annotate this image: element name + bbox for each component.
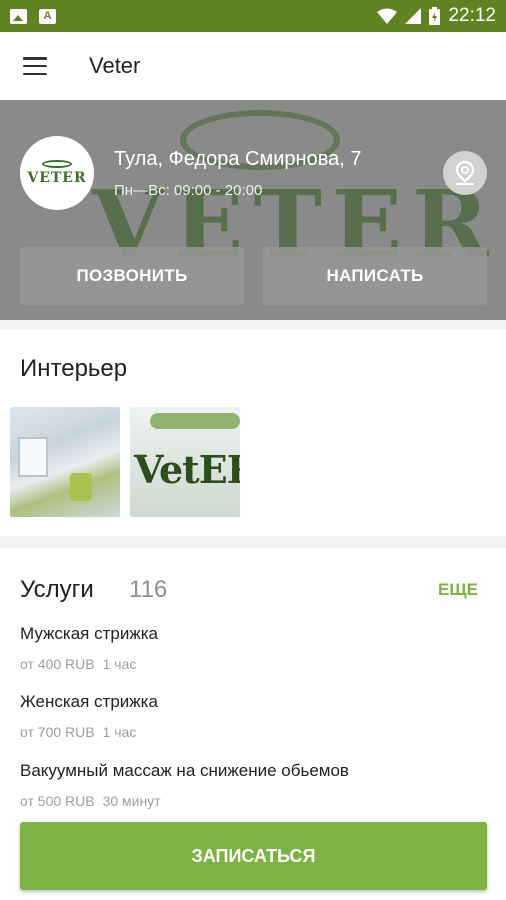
battery-icon bbox=[429, 7, 441, 25]
a-notification-icon: A bbox=[39, 8, 56, 24]
salon-hours: Пн—Вс: 09:00 - 20:00 bbox=[114, 182, 263, 199]
services-title: Услуги bbox=[20, 576, 94, 603]
write-button[interactable]: НАПИСАТЬ bbox=[263, 247, 487, 305]
interior-photo-2[interactable]: VetER bbox=[130, 407, 240, 517]
service-price: от 500 RUB bbox=[20, 793, 95, 809]
app-bar: Veter bbox=[0, 32, 506, 100]
interior-photo-1[interactable] bbox=[10, 407, 120, 517]
services-section: Услуги 116 ЕЩЕ Мужская стрижка от 400 RU… bbox=[0, 548, 506, 900]
service-duration: 30 минут bbox=[102, 793, 161, 809]
wifi-icon bbox=[377, 8, 398, 24]
image-notification-icon bbox=[10, 8, 27, 24]
map-pin-icon bbox=[455, 160, 475, 185]
service-duration: 1 час bbox=[102, 724, 137, 740]
status-bar: A 22:12 bbox=[0, 0, 506, 32]
call-button[interactable]: ПОЗВОНИТЬ bbox=[20, 247, 244, 305]
status-time: 22:12 bbox=[448, 5, 496, 26]
logo-loop-icon bbox=[42, 160, 72, 168]
service-duration: 1 час bbox=[102, 656, 137, 672]
vine-shape bbox=[150, 413, 240, 429]
service-name: Мужская стрижка bbox=[20, 624, 158, 643]
salon-header: VETER VETER Тула, Федора Смирнова, 7 Пн—… bbox=[0, 100, 506, 320]
logo-text: VETER bbox=[27, 170, 87, 186]
salon-address: Тула, Федора Смирнова, 7 bbox=[114, 148, 362, 170]
chair-shape bbox=[70, 473, 92, 501]
menu-icon[interactable] bbox=[23, 57, 47, 75]
interior-title: Интерьер bbox=[20, 355, 128, 382]
signal-icon bbox=[405, 8, 422, 24]
service-item[interactable]: Мужская стрижка от 400 RUB 1 час bbox=[20, 624, 158, 672]
interior-section: Интерьер VetER bbox=[0, 330, 506, 536]
service-item[interactable]: Женская стрижка от 700 RUB 1 час bbox=[20, 692, 158, 740]
service-price: от 700 RUB bbox=[20, 724, 95, 740]
app-title: Veter bbox=[89, 53, 141, 78]
salon-avatar: VETER bbox=[20, 136, 94, 210]
interior-photo-2-text: VetER bbox=[134, 447, 240, 492]
service-price: от 400 RUB bbox=[20, 656, 95, 672]
more-services-link[interactable]: ЕЩЕ bbox=[438, 580, 478, 600]
service-name: Вакуумный массаж на снижение обьемов bbox=[20, 761, 349, 780]
book-appointment-button[interactable]: ЗАПИСАТЬСЯ bbox=[20, 822, 487, 890]
service-item[interactable]: Вакуумный массаж на снижение обьемов от … bbox=[20, 761, 349, 809]
service-name: Женская стрижка bbox=[20, 692, 158, 711]
mirror-shape bbox=[18, 437, 48, 477]
map-location-button[interactable] bbox=[443, 151, 487, 195]
services-count: 116 bbox=[129, 576, 168, 603]
